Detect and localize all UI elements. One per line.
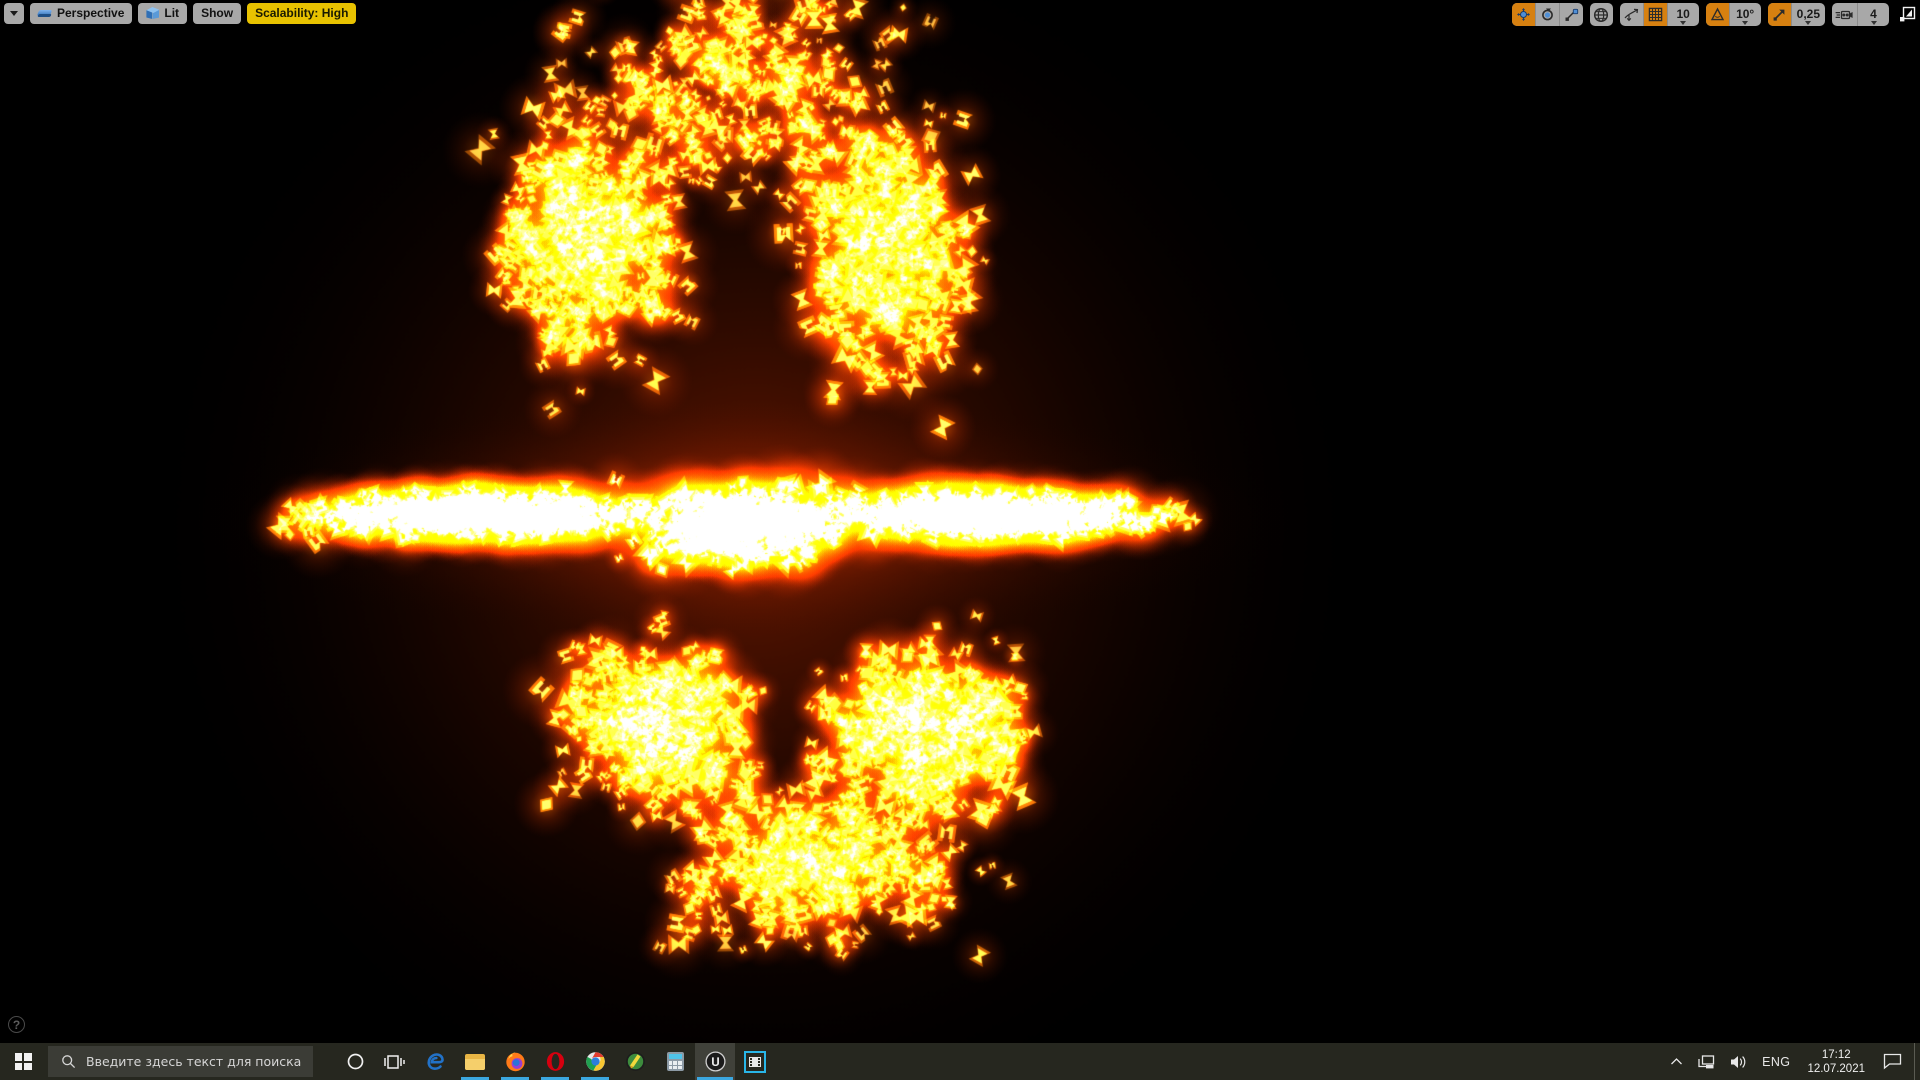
view-mode-label: Perspective [57, 6, 125, 20]
tray-network-icon[interactable] [1690, 1043, 1722, 1080]
camera-speed-icon [1835, 10, 1853, 19]
calculator-icon [666, 1052, 684, 1071]
chevron-down-icon [1742, 21, 1749, 25]
windows-logo-icon [14, 1053, 32, 1070]
firefox-icon [505, 1052, 525, 1072]
transform-tool-group [1511, 3, 1583, 26]
speaker-icon [1731, 1055, 1746, 1068]
viewport-options-button[interactable] [4, 3, 24, 24]
camera-speed-value[interactable]: 4 [1858, 3, 1889, 26]
file-explorer-icon [465, 1053, 485, 1070]
surface-snap-icon [1624, 8, 1639, 21]
taskbar-item-calculator[interactable] [655, 1043, 695, 1080]
rotation-snap-toggle[interactable] [1705, 3, 1729, 26]
tray-language[interactable]: ENG [1755, 1043, 1797, 1080]
taskbar-item-firefox[interactable] [495, 1043, 535, 1080]
screen: Perspective Lit Show Scalability: High 1… [0, 0, 1920, 1080]
fl-studio-icon [625, 1052, 645, 1071]
coordinate-system-group [1589, 3, 1613, 26]
scale-gizmo-icon [1565, 8, 1578, 21]
taskbar-item-edge[interactable] [415, 1043, 455, 1080]
maximize-icon [1899, 6, 1915, 22]
task-view-icon [384, 1054, 405, 1069]
camera-speed-icon-cell[interactable] [1832, 3, 1857, 26]
cortana-circle-icon [347, 1053, 363, 1070]
camera-icon [36, 8, 53, 19]
windows-taskbar: Введите здесь текст для поиска ENG 17:12… [0, 1043, 1920, 1080]
clock-date: 12.07.2021 [1807, 1062, 1865, 1075]
taskbar-item-fl-studio[interactable] [615, 1043, 655, 1080]
surface-snap-toggle[interactable] [1620, 3, 1643, 26]
scale-snap-value-label: 0,25 [1796, 6, 1820, 21]
show-menu-button[interactable]: Show [193, 3, 242, 24]
taskbar-item-chrome[interactable] [575, 1043, 615, 1080]
chevron-down-icon [10, 11, 18, 16]
clock-time: 17:12 [1821, 1048, 1851, 1061]
world-space-toggle[interactable] [1590, 3, 1613, 26]
select-translate-tool[interactable] [1511, 3, 1535, 26]
globe-icon [1594, 7, 1609, 22]
edge-icon [427, 1052, 444, 1070]
scale-snap-group: 0,25 [1767, 3, 1825, 26]
camera-speed-value-label: 4 [1870, 6, 1877, 21]
unreal-viewport[interactable]: Perspective Lit Show Scalability: High 1… [0, 0, 1920, 1043]
action-center-button[interactable] [1875, 1043, 1914, 1080]
taskbar-item-opera[interactable] [535, 1043, 575, 1080]
scale-tool[interactable] [1560, 3, 1583, 26]
viewport-toolbar-right: 10 10° 0,25 4 [1511, 3, 1918, 26]
show-menu-label: Show [201, 6, 234, 20]
search-icon [62, 1055, 76, 1069]
chevron-down-icon [1870, 21, 1877, 25]
chevron-up-icon [1671, 1058, 1683, 1065]
cube-icon [146, 7, 160, 20]
rotate-tool[interactable] [1536, 3, 1559, 26]
opera-icon [546, 1052, 564, 1071]
chrome-icon [585, 1052, 605, 1071]
chevron-down-icon [1680, 21, 1687, 25]
search-placeholder: Введите здесь текст для поиска [86, 1054, 302, 1069]
show-desktop-button[interactable] [1914, 1043, 1920, 1080]
taskbar-item-unreal-engine[interactable] [695, 1043, 735, 1080]
rotation-snap-group: 10° [1705, 3, 1761, 26]
maximize-viewport-button[interactable] [1896, 4, 1918, 26]
tray-volume-icon[interactable] [1722, 1043, 1755, 1080]
taskbar-item-video-editor[interactable] [735, 1043, 775, 1080]
help-label: ? [12, 1017, 21, 1032]
speech-bubble-icon [1883, 1053, 1902, 1070]
rotate-gizmo-icon [1541, 8, 1553, 21]
network-icon [1698, 1054, 1715, 1068]
system-tray: ENG 17:12 12.07.2021 [1663, 1043, 1920, 1080]
angle-icon [1710, 7, 1724, 21]
unreal-engine-icon [704, 1051, 726, 1072]
tray-overflow-button[interactable] [1663, 1043, 1690, 1080]
task-view-button[interactable] [375, 1043, 415, 1080]
scalability-button[interactable]: Scalability: High [247, 3, 357, 24]
scale-snap-toggle[interactable] [1767, 3, 1791, 26]
fire-particle-system [0, 0, 1920, 1043]
grid-snap-toggle[interactable] [1643, 3, 1667, 26]
scalability-label: Scalability: High [255, 6, 349, 20]
tray-clock[interactable]: 17:12 12.07.2021 [1797, 1043, 1875, 1080]
viewport-toolbar-left: Perspective Lit Show Scalability: High [4, 3, 357, 24]
lighting-mode-button[interactable]: Lit [138, 3, 188, 24]
camera-speed-group: 4 [1832, 3, 1889, 26]
diagonal-arrow-icon [1773, 9, 1785, 21]
cortana-button[interactable] [335, 1043, 375, 1080]
help-button[interactable]: ? [8, 1016, 25, 1033]
rotation-snap-value-label: 10° [1736, 6, 1755, 21]
start-button[interactable] [0, 1043, 46, 1080]
lighting-mode-label: Lit [164, 6, 180, 20]
move-gizmo-icon [1516, 8, 1530, 21]
rotation-snap-value[interactable]: 10° [1730, 3, 1761, 26]
film-strip-icon [744, 1050, 766, 1073]
scale-snap-value[interactable]: 0,25 [1792, 3, 1825, 26]
grid-icon [1648, 7, 1662, 22]
search-input[interactable]: Введите здесь текст для поиска [48, 1046, 313, 1077]
grid-snap-value[interactable]: 10 [1668, 3, 1699, 26]
chevron-down-icon [1805, 21, 1812, 25]
taskbar-item-file-explorer[interactable] [455, 1043, 495, 1080]
grid-snap-value-label: 10 [1676, 6, 1690, 21]
view-mode-button[interactable]: Perspective [30, 3, 133, 24]
snap-settings-group: 10 [1619, 3, 1699, 26]
